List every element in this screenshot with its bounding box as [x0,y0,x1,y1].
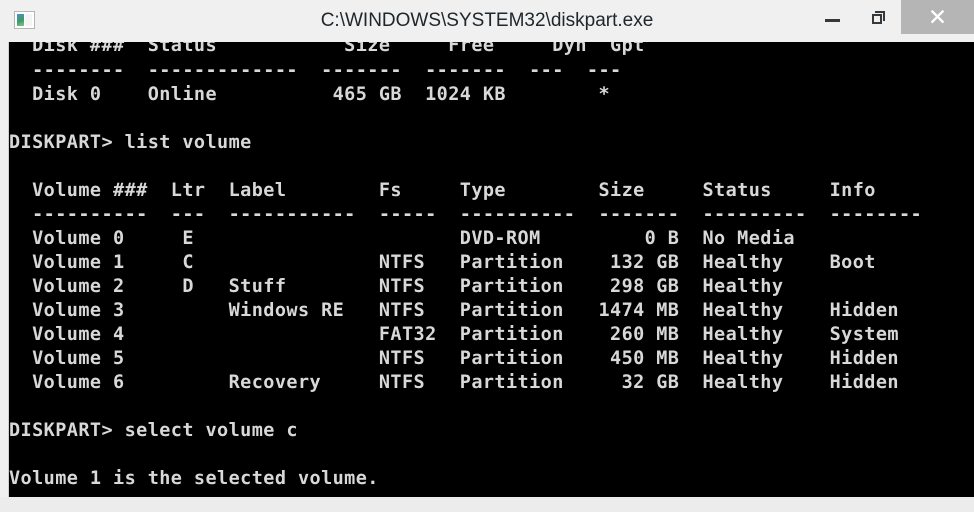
console-line: Volume 5 NTFS Partition 450 MB Healthy H… [9,348,899,369]
console-text-buffer: Disk ### Status Size Free Dyn Gpt ------… [9,42,974,497]
console-line: Disk 0 Online 465 GB 1024 KB * [9,84,611,105]
console-frame: Disk ### Status Size Free Dyn Gpt ------… [0,42,974,512]
restore-icon [871,10,885,24]
console-line: Volume 1 is the selected volume. [9,468,379,489]
console-line: Volume 0 E DVD-ROM 0 B No Media [9,228,795,249]
console-line: Volume 3 Windows RE NTFS Partition 1474 … [9,300,899,321]
diskpart-app-icon [14,11,35,29]
console-line: Volume 2 D Stuff NTFS Partition 298 GB H… [9,276,784,297]
console-line: -------- ------------- ------- ------- -… [9,60,622,81]
minimize-icon [824,19,840,22]
close-icon: ✕ [927,3,948,30]
restore-button[interactable] [855,0,901,34]
console-line: Disk ### Status Size Free Dyn Gpt [9,42,645,56]
console-line: DISKPART> list volume [9,132,252,153]
console-output-area[interactable]: Disk ### Status Size Free Dyn Gpt ------… [8,42,974,497]
console-line: DISKPART> select volume c [9,420,298,441]
diskpart-window: C:\WINDOWS\SYSTEM32\diskpart.exe ✕ Disk … [0,0,974,512]
console-line: ---------- --- ----------- ----- -------… [9,204,923,225]
minimize-button[interactable] [809,0,855,34]
console-line: Volume ### Ltr Label Fs Type Size Status… [9,180,876,201]
window-titlebar[interactable]: C:\WINDOWS\SYSTEM32\diskpart.exe ✕ [0,0,974,42]
console-line: Volume 1 C NTFS Partition 132 GB Healthy… [9,252,876,273]
console-line: Volume 6 Recovery NTFS Partition 32 GB H… [9,372,899,393]
window-bottom-edge [0,497,974,512]
app-icon-left-pane [17,14,24,26]
console-line: Volume 4 FAT32 Partition 260 MB Healthy … [9,324,899,345]
close-button[interactable]: ✕ [901,0,974,34]
app-icon-right-pane [25,14,32,26]
